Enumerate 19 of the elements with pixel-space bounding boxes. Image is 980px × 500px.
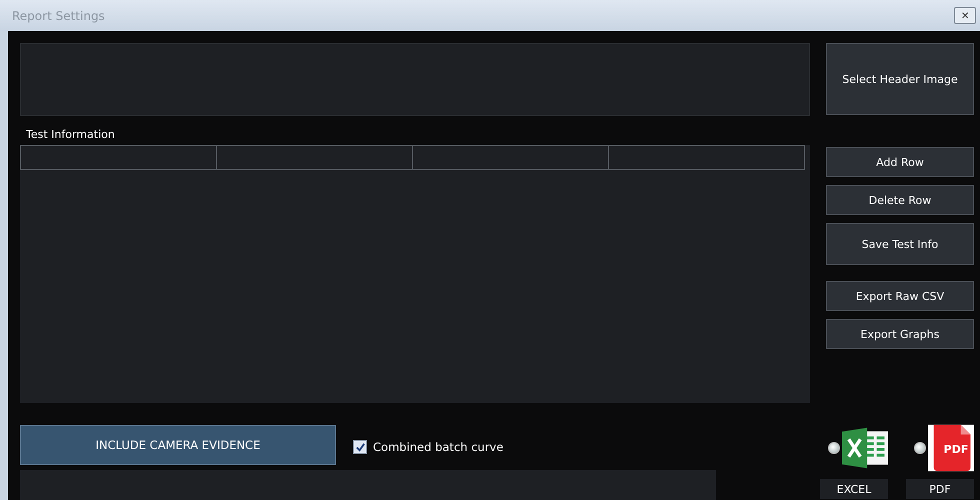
format-label: EXCEL [820,479,888,499]
pdf-file-icon [928,424,974,472]
action-button[interactable]: Delete Row [826,185,974,215]
checkbox[interactable] [353,440,367,454]
camera-evidence-button[interactable]: INCLUDE CAMERA EVIDENCE [20,425,336,465]
section-label: Test Information [26,128,116,141]
spreadsheet-icon [842,427,888,469]
close-button[interactable]: ✕ [954,7,976,24]
action-button[interactable]: Add Row [826,147,974,177]
action-button[interactable]: Export Graphs [826,319,974,349]
action-button[interactable]: Save Test Info [826,223,974,265]
checkbox-label: Combined batch curve [373,440,504,454]
window-title: Report Settings [12,8,105,22]
radio-button[interactable] [914,442,926,454]
action-button[interactable]: Select Header Image [826,43,974,115]
action-button[interactable]: Export Raw CSV [826,281,974,311]
radio-button[interactable] [828,442,840,454]
icon-text: PDF [942,443,970,456]
format-label: PDF [906,479,974,499]
